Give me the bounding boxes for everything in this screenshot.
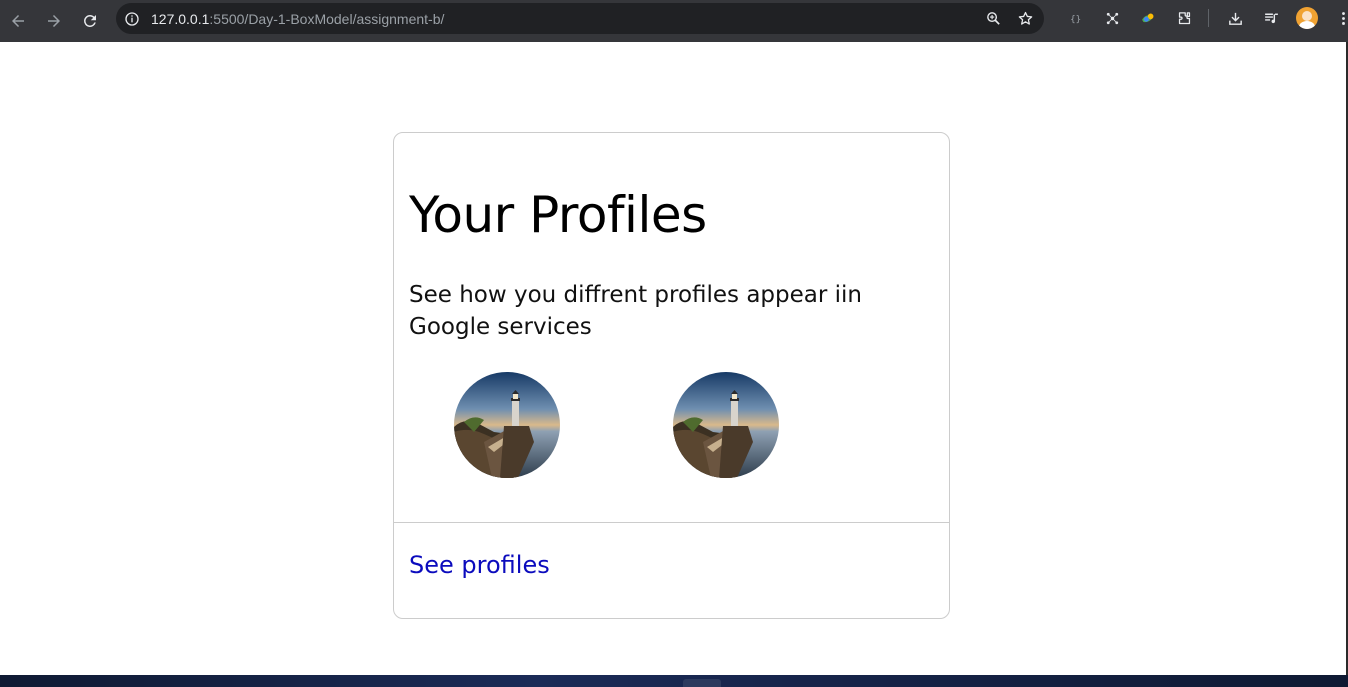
card-title: Your Profiles xyxy=(409,186,707,244)
url-path: :5500/Day-1-BoxModel/assignment-b/ xyxy=(209,10,445,27)
os-taskbar xyxy=(0,675,1348,687)
site-info-icon[interactable] xyxy=(123,10,141,28)
profile-image xyxy=(673,372,779,478)
address-bar[interactable]: 127.0.0.1:5500/Day-1-BoxModel/assignment… xyxy=(116,3,1044,34)
extension-icon[interactable] xyxy=(1094,0,1130,36)
see-profiles-link[interactable]: See profiles xyxy=(409,550,550,580)
bookmark-star-icon[interactable] xyxy=(1016,10,1034,28)
profiles-card: Your Profiles See how you diffrent profi… xyxy=(393,132,950,619)
toolbar-separator xyxy=(1208,9,1209,27)
back-arrow-icon xyxy=(12,15,24,27)
forward-button[interactable] xyxy=(36,3,72,39)
profile-avatar-button[interactable] xyxy=(1289,0,1325,36)
card-divider xyxy=(394,522,949,523)
lighthouse-profile-image xyxy=(673,372,779,478)
menu-dots-icon[interactable] xyxy=(1325,0,1348,36)
lighthouse-profile-image xyxy=(454,372,560,478)
url-host: 127.0.0.1 xyxy=(151,10,210,27)
zoom-icon[interactable] xyxy=(984,10,1002,28)
profile-image xyxy=(454,372,560,478)
media-controls-icon[interactable] xyxy=(1253,0,1289,36)
back-button[interactable] xyxy=(0,3,36,39)
download-icon[interactable] xyxy=(1217,0,1253,36)
extension-icon[interactable] xyxy=(1130,0,1166,36)
taskbar-item[interactable] xyxy=(683,679,721,687)
card-description: See how you diffrent profiles appear iin… xyxy=(409,282,863,340)
reload-icon xyxy=(84,14,96,27)
svg-text:{}: {} xyxy=(1070,14,1081,25)
reload-button[interactable] xyxy=(72,3,108,39)
profile-avatar xyxy=(1296,7,1318,29)
profile-images-row xyxy=(454,372,854,478)
forward-arrow-icon xyxy=(48,15,60,27)
json-extension-icon[interactable]: {} xyxy=(1058,0,1094,36)
extensions-puzzle-icon[interactable] xyxy=(1166,0,1202,36)
url-text[interactable]: 127.0.0.1:5500/Day-1-BoxModel/assignment… xyxy=(151,11,444,27)
browser-toolbar: 127.0.0.1:5500/Day-1-BoxModel/assignment… xyxy=(0,0,1348,42)
